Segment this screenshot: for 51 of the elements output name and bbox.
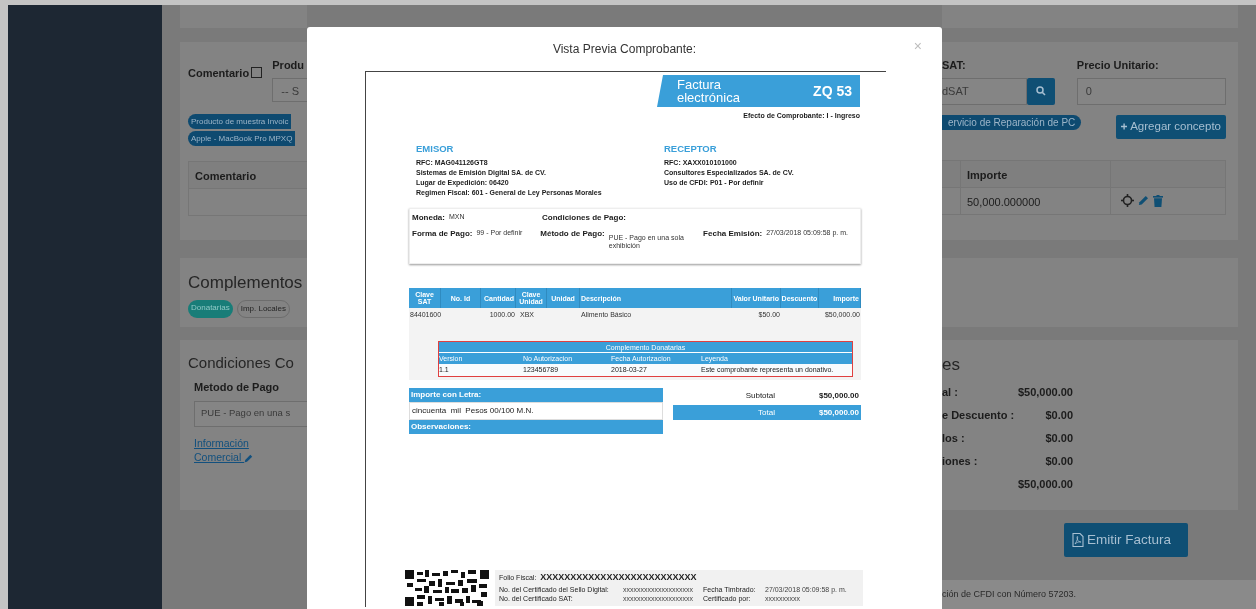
add-concept-button[interactable]: Agregar concepto: [1116, 114, 1226, 139]
table-header: Importe: [960, 160, 1110, 188]
footer-text: ción de CFDI con Número 57203.: [942, 580, 1256, 609]
total-value: $50,000.00: [1017, 476, 1073, 492]
total-value: $50,000.00: [817, 406, 860, 419]
table-cell: 50,000.000000: [960, 187, 1110, 214]
product-select[interactable]: -- S: [272, 77, 307, 102]
total-label: e Descuento :: [942, 407, 1015, 423]
close-button[interactable]: ×: [913, 39, 922, 53]
total-value: $0.00: [1045, 430, 1073, 446]
total-label: al :: [942, 384, 958, 400]
sat-field[interactable]: dSAT: [942, 77, 1027, 105]
invoice-folio: ZQ 53: [813, 81, 852, 101]
checkbox-label: Comentario: [188, 67, 250, 79]
complement-tab[interactable]: Donatarias: [188, 299, 233, 318]
section-bar: Observaciones:: [409, 420, 663, 435]
total-value: $50,000.00: [817, 389, 860, 402]
modal-title: Vista Previa Comprobante:: [552, 41, 697, 58]
section-title: es: [942, 354, 961, 376]
section-bar: Importe con Letra:: [409, 388, 663, 403]
invoice-title: Factura electrónica: [677, 78, 741, 104]
price-field[interactable]: 0: [1076, 77, 1226, 105]
total-label: Subtotal: [744, 389, 775, 402]
party-heading: RECEPTOR: [664, 142, 718, 156]
section-title: Condiciones Co: [188, 353, 295, 373]
field-label: Fecha Emisión:: [703, 228, 763, 241]
total-label: Total: [757, 406, 775, 419]
folio-value: XXXXXXXXXXXXXXXXXXXXXXXXXX: [540, 571, 697, 584]
section-title: Complementos: [188, 272, 304, 294]
field-label: Método de Pago:: [540, 228, 605, 241]
emit-invoice-button[interactable]: Emitir Factura: [1064, 523, 1188, 557]
field-label: Produ: [272, 58, 306, 73]
info-link[interactable]: Información Comercial: [194, 436, 256, 464]
total-value: $50,000.00: [1017, 384, 1073, 400]
field-label: Moneda:: [412, 212, 445, 225]
product-tag[interactable]: ervicio de Reparación de PC: [942, 114, 1082, 130]
product-tag[interactable]: Apple - MacBook Pro MPXQ: [188, 130, 296, 146]
amount-in-words: cincuenta mil Pesos 00/100 M.N.: [409, 402, 663, 421]
party-heading: EMISOR: [416, 142, 455, 156]
field-label: Metodo de Pago: [194, 379, 280, 395]
total-value: $0.00: [1045, 407, 1073, 423]
table-header: Comentario: [189, 161, 307, 189]
field-label: SAT:: [942, 58, 967, 73]
total-value: $0.00: [1045, 453, 1073, 469]
field-label: Condiciones de Pago:: [542, 212, 626, 225]
payment-select[interactable]: PUE - Pago en una s: [194, 401, 307, 427]
field-label: Precio Unitario:: [1076, 58, 1160, 73]
total-label: los :: [942, 430, 965, 446]
total-label: iones :: [942, 453, 978, 469]
product-tag[interactable]: Producto de muestra Invoic: [188, 113, 292, 129]
field-label: Forma de Pago:: [412, 228, 473, 241]
